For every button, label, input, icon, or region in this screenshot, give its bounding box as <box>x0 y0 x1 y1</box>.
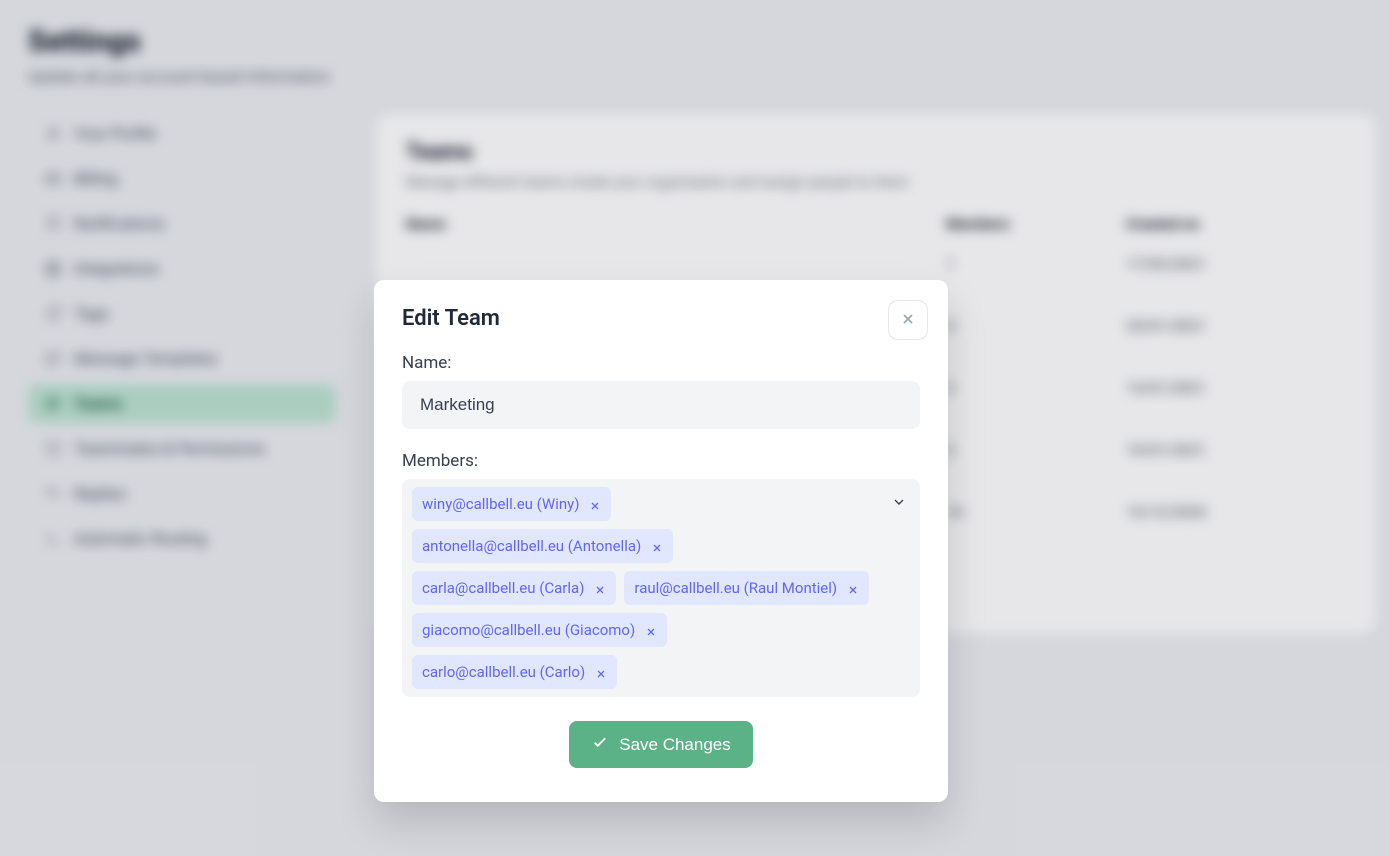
remove-chip-icon[interactable] <box>645 624 657 636</box>
save-button-label: Save Changes <box>619 735 731 755</box>
close-button[interactable] <box>888 300 928 340</box>
chip-label: carlo@callbell.eu (Carlo) <box>422 663 585 681</box>
members-label: Members: <box>402 451 920 471</box>
chevron-down-icon[interactable] <box>890 493 908 511</box>
chip-label: antonella@callbell.eu (Antonella) <box>422 537 641 555</box>
check-icon <box>591 733 609 756</box>
chip-label: winy@callbell.eu (Winy) <box>422 495 579 513</box>
member-chip: giacomo@callbell.eu (Giacomo) <box>412 613 667 647</box>
modal-overlay[interactable]: Edit Team Name: Members: winy@callbell.e… <box>0 0 1390 856</box>
member-chip: raul@callbell.eu (Raul Montiel) <box>624 571 869 605</box>
chip-label: giacomo@callbell.eu (Giacomo) <box>422 621 635 639</box>
remove-chip-icon[interactable] <box>589 498 601 510</box>
name-label: Name: <box>402 353 920 373</box>
remove-chip-icon[interactable] <box>594 582 606 594</box>
remove-chip-icon[interactable] <box>847 582 859 594</box>
member-chip: winy@callbell.eu (Winy) <box>412 487 611 521</box>
remove-chip-icon[interactable] <box>651 540 663 552</box>
member-chip: antonella@callbell.eu (Antonella) <box>412 529 673 563</box>
save-changes-button[interactable]: Save Changes <box>569 721 753 768</box>
close-icon <box>900 311 916 330</box>
members-multiselect[interactable]: winy@callbell.eu (Winy) antonella@callbe… <box>402 479 920 697</box>
chip-label: carla@callbell.eu (Carla) <box>422 579 584 597</box>
edit-team-modal: Edit Team Name: Members: winy@callbell.e… <box>374 280 948 802</box>
team-name-input[interactable] <box>402 381 920 429</box>
chip-label: raul@callbell.eu (Raul Montiel) <box>634 579 837 597</box>
member-chip: carla@callbell.eu (Carla) <box>412 571 616 605</box>
modal-title: Edit Team <box>402 306 920 331</box>
member-chip: carlo@callbell.eu (Carlo) <box>412 655 617 689</box>
remove-chip-icon[interactable] <box>595 666 607 678</box>
